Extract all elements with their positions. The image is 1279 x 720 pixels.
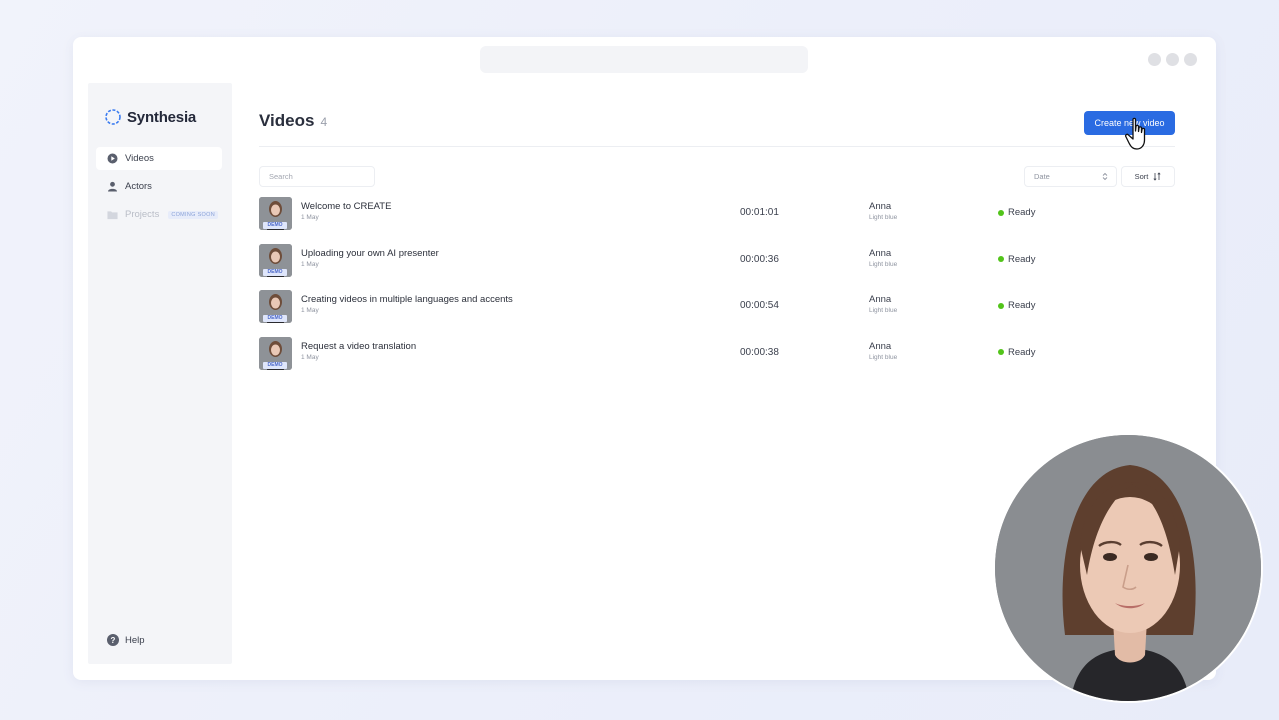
help-link[interactable]: ? Help	[107, 634, 145, 646]
sidebar-item-videos[interactable]: Videos	[96, 147, 222, 170]
video-count: 4	[320, 115, 328, 129]
status-dot-icon	[998, 209, 1004, 216]
updown-chevron-icon	[1102, 172, 1108, 181]
video-row[interactable]: DEMO Request a video translation 1 May 0…	[259, 335, 1175, 382]
status-dot-icon	[998, 349, 1004, 355]
video-background: Light blue	[869, 307, 898, 314]
window-dot-icon[interactable]	[1184, 53, 1197, 66]
video-title[interactable]: Uploading your own AI presenter	[301, 248, 439, 259]
hand-cursor-icon	[1124, 117, 1146, 150]
question-icon: ?	[107, 634, 119, 646]
video-background: Light blue	[869, 214, 898, 221]
video-actor: Anna	[869, 294, 892, 305]
window-dot-icon[interactable]	[1166, 53, 1179, 66]
video-title[interactable]: Request a video translation	[301, 341, 416, 352]
address-bar[interactable]	[480, 46, 808, 73]
video-actor: Anna	[869, 247, 892, 259]
demo-badge: DEMO	[263, 268, 287, 276]
status-dot-icon	[998, 256, 1004, 262]
video-date: 1 May	[301, 353, 319, 361]
status-badge: Ready	[998, 207, 1035, 218]
presenter-portrait-icon	[995, 435, 1261, 701]
sidebar-item-label: Projects	[125, 209, 160, 220]
help-label: Help	[125, 634, 145, 646]
video-title[interactable]: Creating videos in multiple languages an…	[301, 294, 513, 305]
video-row[interactable]: DEMO Welcome to CREATE 1 May 00:01:01 An…	[259, 195, 1175, 242]
date-select[interactable]: Date	[1024, 166, 1117, 187]
status-dot-icon	[998, 302, 1004, 309]
sort-button[interactable]: Sort	[1121, 166, 1175, 187]
sort-icon	[1153, 172, 1161, 181]
person-icon	[107, 181, 118, 192]
video-list: DEMO Welcome to CREATE 1 May 00:01:01 An…	[259, 195, 1175, 381]
video-duration: 00:00:54	[740, 300, 779, 311]
sidebar-item-label: Videos	[125, 153, 154, 164]
play-circle-icon	[107, 153, 118, 164]
sort-label: Sort	[1134, 172, 1149, 181]
date-select-value: Date	[1034, 172, 1050, 181]
status-badge: Ready	[998, 347, 1035, 358]
video-row[interactable]: DEMO Creating videos in multiple languag…	[259, 288, 1175, 335]
status-label: Ready	[1008, 253, 1036, 265]
synthesia-logo-icon	[105, 109, 121, 125]
video-title[interactable]: Welcome to CREATE	[301, 201, 391, 212]
demo-badge: DEMO	[263, 361, 287, 369]
folder-icon	[107, 209, 118, 220]
demo-badge: DEMO	[263, 315, 287, 322]
video-duration: 00:01:01	[740, 207, 779, 218]
video-actor: Anna	[869, 340, 892, 352]
video-row[interactable]: DEMO Uploading your own AI presenter 1 M…	[259, 242, 1175, 289]
coming-soon-badge: COMING SOON	[168, 210, 218, 219]
page-title: Videos	[259, 111, 315, 130]
sidebar: Synthesia Videos Actors Projects COMING …	[88, 83, 232, 664]
video-actor: Anna	[869, 201, 892, 212]
window-dot-icon[interactable]	[1148, 53, 1161, 66]
window-controls	[1148, 53, 1197, 66]
demo-badge: DEMO	[263, 222, 287, 229]
video-background: Light blue	[869, 260, 898, 268]
status-label: Ready	[1008, 300, 1036, 311]
divider	[259, 146, 1175, 147]
sidebar-item-projects: Projects COMING SOON	[96, 203, 222, 226]
video-background: Light blue	[869, 353, 898, 361]
status-badge: Ready	[998, 254, 1035, 265]
video-date: 1 May	[301, 214, 319, 221]
sidebar-item-actors[interactable]: Actors	[96, 175, 222, 198]
search-input[interactable]	[259, 166, 375, 187]
video-date: 1 May	[301, 307, 319, 314]
video-date: 1 May	[301, 260, 319, 268]
video-duration: 00:00:38	[740, 346, 779, 358]
video-duration: 00:00:36	[740, 253, 779, 265]
logo[interactable]: Synthesia	[104, 108, 196, 126]
presenter-avatar	[993, 433, 1263, 703]
status-label: Ready	[1008, 207, 1036, 218]
logo-text: Synthesia	[127, 108, 197, 126]
status-badge: Ready	[998, 300, 1035, 311]
sidebar-item-label: Actors	[125, 181, 152, 192]
page-header: Videos 4	[259, 111, 327, 131]
status-label: Ready	[1008, 346, 1036, 358]
